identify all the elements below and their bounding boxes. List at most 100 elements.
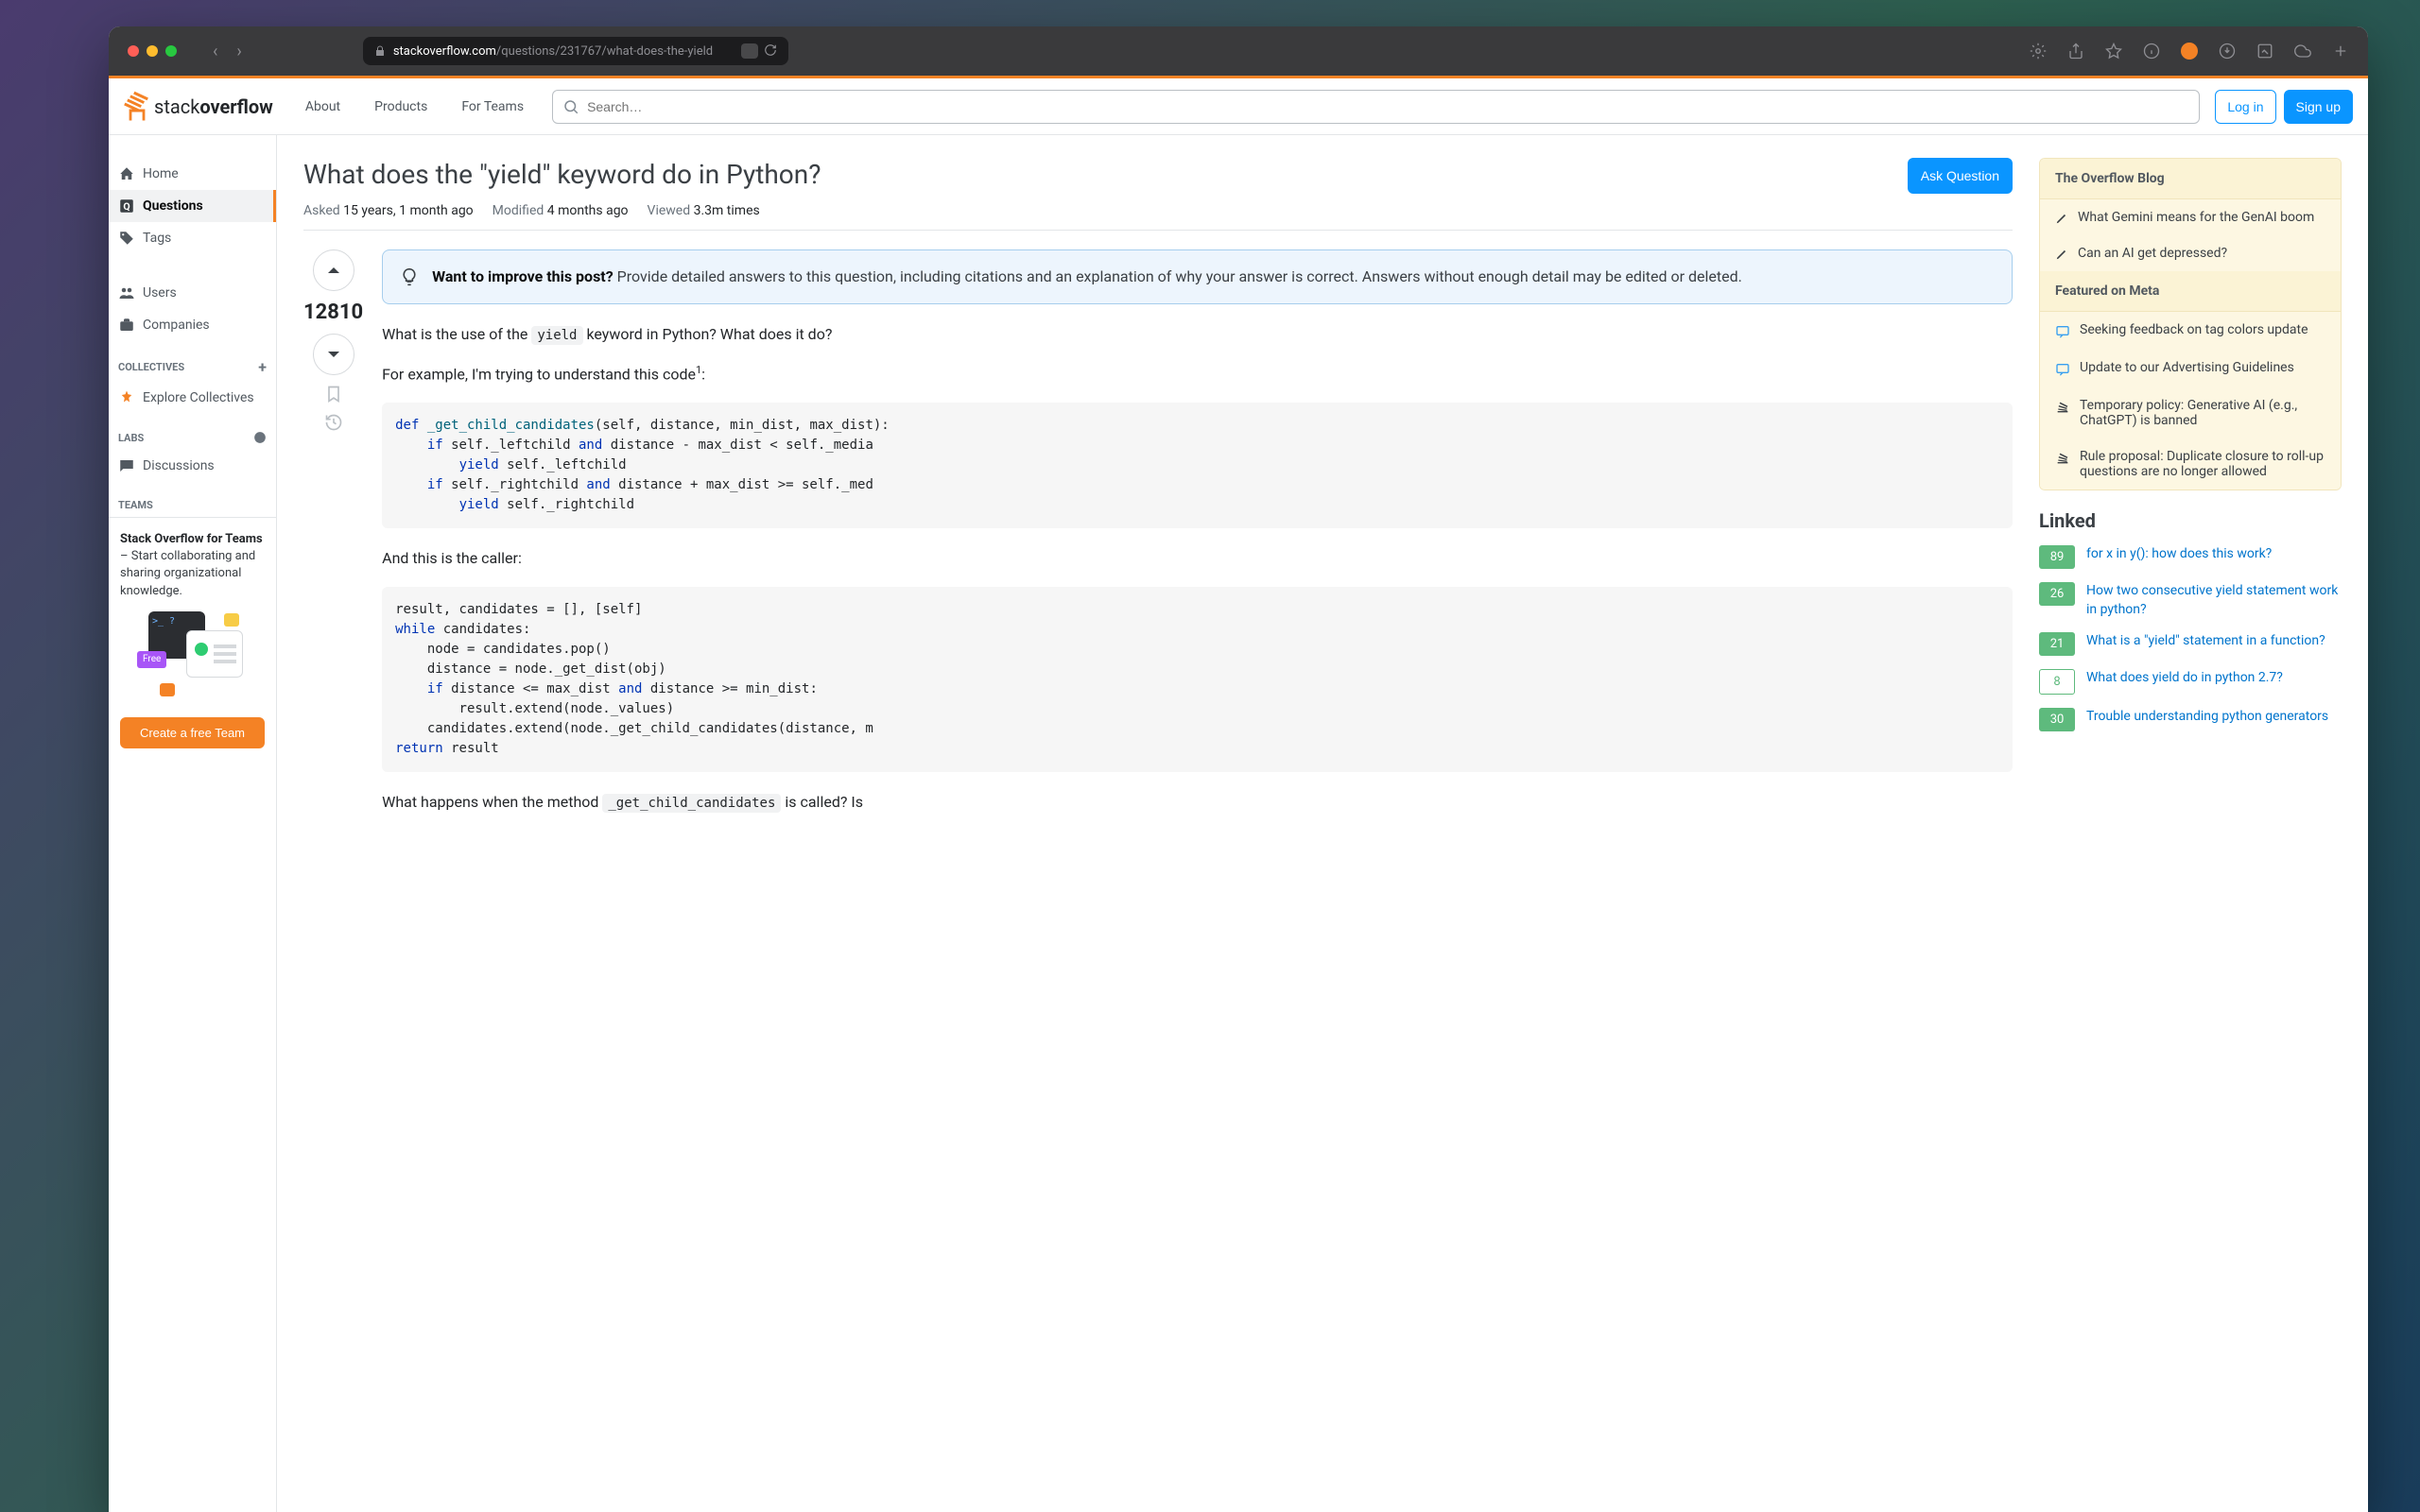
- downvote-button[interactable]: [313, 334, 354, 375]
- upvote-button[interactable]: [313, 249, 354, 291]
- question-content: What does the "yield" keyword do in Pyth…: [303, 158, 2013, 1489]
- back-button[interactable]: ‹: [213, 42, 217, 61]
- download-icon[interactable]: [2219, 43, 2236, 60]
- search-input[interactable]: [587, 99, 2189, 114]
- extension-icon[interactable]: [2181, 43, 2198, 60]
- sidebar-label: Companies: [143, 318, 210, 333]
- linked-score: 30: [2039, 708, 2075, 731]
- minimize-window-button[interactable]: [147, 45, 158, 57]
- meta-item[interactable]: Seeking feedback on tag colors update: [2040, 312, 2341, 350]
- linked-item[interactable]: 26 How two consecutive yield statement w…: [2039, 582, 2342, 619]
- chevron-up-icon: [325, 262, 342, 279]
- body-paragraph: What happens when the method _get_child_…: [382, 791, 2013, 814]
- stack-icon: [2055, 400, 2070, 415]
- history-icon[interactable]: [324, 413, 343, 432]
- info-icon[interactable]: [253, 431, 267, 444]
- url-text: stackoverflow.com/questions/231767/what-…: [393, 44, 713, 59]
- sidebar-item-collectives[interactable]: Explore Collectives: [109, 382, 276, 414]
- nav-arrows: ‹ ›: [213, 42, 242, 61]
- cloud-icon[interactable]: [2294, 43, 2311, 60]
- linked-heading: Linked: [2039, 509, 2342, 532]
- improve-notice: Want to improve this post? Provide detai…: [382, 249, 2013, 304]
- home-icon: [118, 165, 135, 182]
- teams-illustration: >_ ? Free: [120, 611, 265, 696]
- ask-question-button[interactable]: Ask Question: [1908, 158, 2013, 194]
- right-sidebar: The Overflow Blog What Gemini means for …: [2039, 158, 2342, 1489]
- users-icon: [118, 284, 135, 301]
- linked-item[interactable]: 30 Trouble understanding python generato…: [2039, 708, 2342, 731]
- sidebar-label: Discussions: [143, 458, 215, 473]
- site-header: stackoverflow About Products For Teams L…: [109, 78, 2368, 135]
- sidebar-item-tags[interactable]: Tags: [109, 222, 276, 254]
- star-icon[interactable]: [2105, 43, 2122, 60]
- plus-icon[interactable]: [2332, 43, 2349, 60]
- main-area: What does the "yield" keyword do in Pyth…: [277, 135, 2368, 1512]
- meta-item[interactable]: Update to our Advertising Guidelines: [2040, 350, 2341, 387]
- nav-products[interactable]: Products: [361, 92, 441, 122]
- linked-link[interactable]: for x in y(): how does this work?: [2086, 545, 2272, 564]
- linked-item[interactable]: 89 for x in y(): how does this work?: [2039, 545, 2342, 569]
- collectives-heading: COLLECTIVES +: [109, 341, 276, 382]
- code-block-2[interactable]: result, candidates = [], [self] while ca…: [382, 587, 2013, 772]
- info-icon[interactable]: [2143, 43, 2160, 60]
- bookmark-icon[interactable]: [324, 385, 343, 404]
- linked-link[interactable]: What is a "yield" statement in a functio…: [2086, 632, 2325, 651]
- share-icon[interactable]: [2067, 43, 2084, 60]
- linked-link[interactable]: What does yield do in python 2.7?: [2086, 669, 2283, 688]
- sidebar-label: Questions: [143, 198, 203, 214]
- forward-button[interactable]: ›: [236, 42, 241, 61]
- nav-about[interactable]: About: [292, 92, 354, 122]
- blog-item[interactable]: What Gemini means for the GenAI boom: [2040, 199, 2341, 235]
- linked-score: 21: [2039, 632, 2075, 656]
- speech-icon: [2055, 362, 2070, 377]
- sidebar-label: Tags: [143, 231, 171, 246]
- url-bar[interactable]: stackoverflow.com/questions/231767/what-…: [363, 37, 788, 65]
- browser-window: ‹ › stackoverflow.com/questions/231767/w…: [109, 26, 2368, 1512]
- meta-item[interactable]: Temporary policy: Generative AI (e.g., C…: [2040, 387, 2341, 438]
- linked-score: 26: [2039, 582, 2075, 606]
- signup-button[interactable]: Sign up: [2284, 90, 2353, 124]
- sidebar-item-questions[interactable]: Q Questions: [109, 190, 276, 222]
- traffic-lights: [128, 45, 177, 57]
- code-block-1[interactable]: def _get_child_candidates(self, distance…: [382, 403, 2013, 528]
- plus-icon[interactable]: +: [258, 358, 267, 376]
- body-paragraph: And this is the caller:: [382, 547, 2013, 570]
- meta-item[interactable]: Rule proposal: Duplicate closure to roll…: [2040, 438, 2341, 490]
- teams-title: Stack Overflow for Teams: [120, 532, 263, 546]
- lightbulb-icon: [400, 267, 419, 286]
- linked-score: 8: [2039, 669, 2075, 695]
- vote-column: 12810: [303, 249, 363, 831]
- body-paragraph: For example, I'm trying to understand th…: [382, 363, 2013, 386]
- edit-icon[interactable]: [2256, 43, 2273, 60]
- toolbar-icons: [2030, 43, 2349, 60]
- questions-icon: Q: [118, 198, 135, 215]
- linked-link[interactable]: Trouble understanding python generators: [2086, 708, 2328, 727]
- logo-text: stackoverflow: [154, 95, 273, 118]
- nav-forteams[interactable]: For Teams: [448, 92, 537, 122]
- teams-desc: – Start collaborating and sharing organi…: [120, 549, 255, 597]
- post-body: Want to improve this post? Provide detai…: [382, 249, 2013, 831]
- maximize-window-button[interactable]: [165, 45, 177, 57]
- widget-header: The Overflow Blog: [2040, 159, 2341, 199]
- pencil-icon: [2055, 212, 2068, 225]
- linked-item[interactable]: 21 What is a "yield" statement in a func…: [2039, 632, 2342, 656]
- close-window-button[interactable]: [128, 45, 139, 57]
- translate-icon[interactable]: [741, 43, 758, 59]
- sidebar-item-users[interactable]: Users: [109, 277, 276, 309]
- login-button[interactable]: Log in: [2215, 90, 2275, 124]
- sidebar-item-companies[interactable]: Companies: [109, 309, 276, 341]
- linked-item[interactable]: 8 What does yield do in python 2.7?: [2039, 669, 2342, 695]
- widget-header: Featured on Meta: [2040, 271, 2341, 312]
- gear-icon[interactable]: [2030, 43, 2047, 60]
- labs-heading: LABS: [109, 414, 276, 450]
- body: Home Q Questions Tags Users Companies CO…: [109, 135, 2368, 1512]
- sidebar-item-home[interactable]: Home: [109, 158, 276, 190]
- create-team-button[interactable]: Create a free Team: [120, 717, 265, 748]
- linked-link[interactable]: How two consecutive yield statement work…: [2086, 582, 2342, 619]
- blog-item[interactable]: Can an AI get depressed?: [2040, 235, 2341, 271]
- blog-widget: The Overflow Blog What Gemini means for …: [2039, 158, 2342, 490]
- search-box[interactable]: [552, 90, 2200, 124]
- logo[interactable]: stackoverflow: [124, 93, 273, 121]
- sidebar-item-discussions[interactable]: Discussions: [109, 450, 276, 482]
- reload-icon[interactable]: [764, 43, 777, 57]
